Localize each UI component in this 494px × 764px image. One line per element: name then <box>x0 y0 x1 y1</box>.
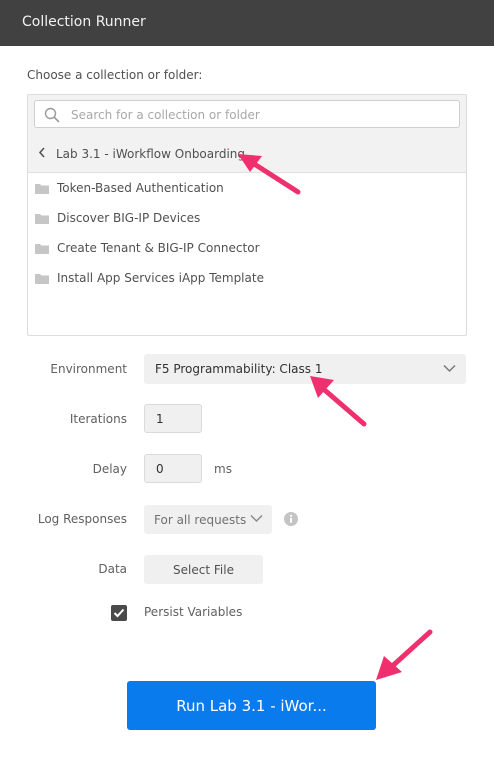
folder-icon <box>35 244 49 254</box>
list-item-label: Install App Services iApp Template <box>57 271 264 285</box>
list-item[interactable]: Install App Services iApp Template <box>28 264 464 294</box>
checkmark-icon <box>113 608 125 618</box>
chevron-down-icon <box>443 364 456 373</box>
title-bar: Collection Runner <box>0 0 494 46</box>
iterations-input[interactable]: 1 <box>144 404 202 433</box>
persist-variables-checkbox[interactable] <box>111 605 127 621</box>
folder-icon <box>35 274 49 284</box>
window-title: Collection Runner <box>22 14 146 30</box>
chevron-down-icon <box>250 514 263 523</box>
breadcrumb-back[interactable]: Lab 3.1 - iWorkflow Onboarding <box>38 147 245 161</box>
run-collection-button[interactable]: Run Lab 3.1 - iWor... <box>127 681 376 730</box>
persist-variables-label: Persist Variables <box>144 605 243 619</box>
choose-collection-label: Choose a collection or folder: <box>27 68 203 82</box>
list-item-label: Create Tenant & BIG-IP Connector <box>57 241 260 255</box>
list-item[interactable]: Token-Based Authentication <box>28 174 464 204</box>
info-icon[interactable] <box>284 512 298 526</box>
list-item-label: Discover BIG-IP Devices <box>57 211 201 225</box>
list-item-label: Token-Based Authentication <box>57 181 224 195</box>
select-file-button[interactable]: Select File <box>144 555 263 584</box>
delay-label: Delay <box>92 462 127 476</box>
chevron-left-icon <box>38 147 48 161</box>
select-file-label: Select File <box>173 563 234 577</box>
iterations-label: Iterations <box>69 412 127 426</box>
delay-unit: ms <box>214 462 232 476</box>
picker-header: Lab 3.1 - iWorkflow Onboarding <box>28 95 466 173</box>
delay-value: 0 <box>156 462 164 476</box>
folder-icon <box>35 184 49 194</box>
log-responses-value: For all requests <box>154 513 247 527</box>
search-input[interactable] <box>69 104 453 126</box>
list-item[interactable]: Discover BIG-IP Devices <box>28 204 464 234</box>
data-label: Data <box>98 562 127 576</box>
iterations-value: 1 <box>156 412 164 426</box>
search-icon <box>44 107 60 123</box>
list-item[interactable]: Create Tenant & BIG-IP Connector <box>28 234 464 264</box>
log-responses-label: Log Responses <box>37 512 127 526</box>
delay-input[interactable]: 0 <box>144 454 202 483</box>
annotation-arrow-icon <box>376 629 433 680</box>
environment-select[interactable]: F5 Programmability: Class 1 <box>144 354 466 384</box>
environment-label: Environment <box>50 362 127 376</box>
run-button-label: Run Lab 3.1 - iWor... <box>176 697 327 715</box>
search-box[interactable] <box>34 100 460 128</box>
folder-icon <box>35 214 49 224</box>
breadcrumb-label: Lab 3.1 - iWorkflow Onboarding <box>56 147 246 161</box>
environment-value: F5 Programmability: Class 1 <box>155 362 323 376</box>
log-responses-select[interactable]: For all requests <box>144 505 272 534</box>
collection-picker: Lab 3.1 - iWorkflow Onboarding Token-Bas… <box>27 94 467 336</box>
